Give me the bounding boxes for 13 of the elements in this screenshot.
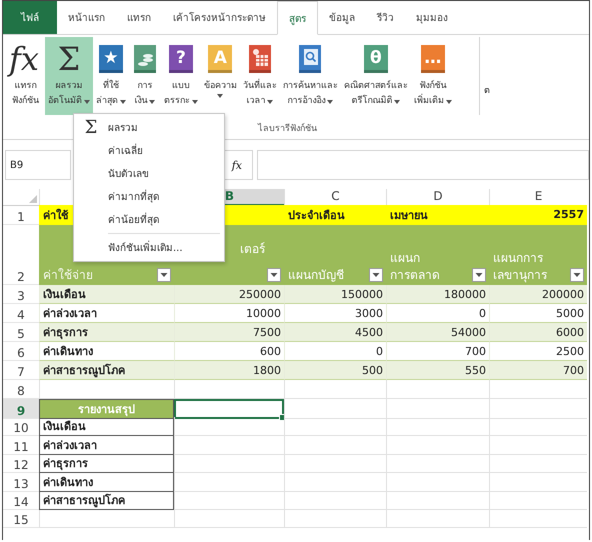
book-icon: ? — [168, 45, 193, 73]
function-icon: Σ — [58, 40, 80, 78]
book-icon: ★ — [98, 45, 123, 73]
group-label: ไลบรารีฟังก์ชัน — [258, 122, 317, 135]
column-heading: ค่าใช้จ่าย — [43, 267, 94, 284]
ribbon-label: ต — [484, 85, 490, 97]
column-heading: แผนกการ เลขานุการ — [493, 250, 548, 284]
book-icon: … — [420, 45, 445, 73]
book-icon: A — [208, 45, 232, 73]
book-icon: θ — [364, 45, 388, 73]
column-heading: แผนก การตลาด — [390, 250, 441, 284]
function-icon: fx — [9, 40, 42, 78]
column-heading: แผนกบัญชี — [288, 267, 345, 284]
